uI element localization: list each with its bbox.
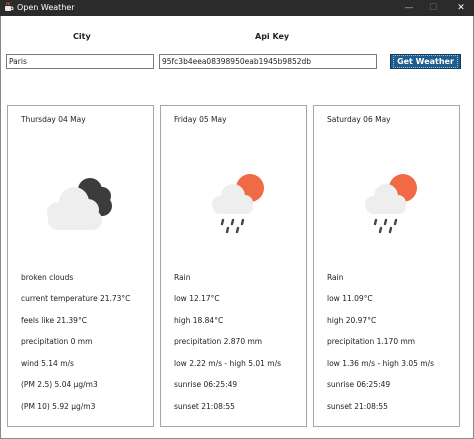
forecast-line: low 1.36 m/s - high 3.05 m/s — [327, 359, 435, 368]
city-label: City — [73, 32, 91, 41]
java-cup-icon — [5, 2, 14, 11]
forecast-line: (PM 10) 5.92 µg/m3 — [21, 402, 96, 411]
forecast-card-day-2: Friday 05 May Rain low 12.17°C high 18.8… — [160, 105, 307, 427]
forecast-line: sunset 21:08:55 — [174, 402, 235, 411]
city-input[interactable] — [6, 54, 154, 69]
close-button[interactable]: ✕ — [448, 0, 474, 16]
forecast-date: Friday 05 May — [174, 115, 227, 124]
forecast-line: precipitation 2.870 mm — [174, 337, 263, 346]
forecast-card-day-3: Saturday 06 May Rain low 11.09°C high 20… — [313, 105, 460, 427]
rain-sun-icon — [365, 174, 417, 234]
forecast-line: high 20.97°C — [327, 316, 377, 325]
forecast-date: Thursday 04 May — [21, 115, 86, 124]
get-weather-button[interactable]: Get Weather — [390, 54, 461, 69]
forecast-line: Rain — [327, 273, 344, 282]
title-bar: Open Weather — ☐ ✕ — [0, 0, 474, 16]
forecast-line: sunset 21:08:55 — [327, 402, 388, 411]
forecast-line: sunrise 06:25:49 — [174, 380, 238, 389]
maximize-button[interactable]: ☐ — [420, 0, 446, 16]
forecast-line: low 11.09°C — [327, 294, 373, 303]
forecast-line: Rain — [174, 273, 191, 282]
forecast-line: high 18.84°C — [174, 316, 224, 325]
forecast-line: precipitation 0 mm — [21, 337, 93, 346]
forecast-line: wind 5.14 m/s — [21, 359, 74, 368]
rain-sun-icon — [212, 174, 264, 234]
forecast-card-day-1: Thursday 04 May broken clouds current te… — [7, 105, 154, 427]
forecast-line: precipitation 1.170 mm — [327, 337, 416, 346]
api-key-label: Api Key — [255, 32, 290, 41]
broken-clouds-icon — [47, 178, 112, 230]
forecast-line: sunrise 06:25:49 — [327, 380, 391, 389]
forecast-line: (PM 2.5) 5.04 µg/m3 — [21, 380, 98, 389]
forecast-line: broken clouds — [21, 273, 74, 282]
forecast-line: low 2.22 m/s - high 5.01 m/s — [174, 359, 282, 368]
api-key-input[interactable] — [159, 54, 377, 69]
window-title: Open Weather — [17, 3, 75, 12]
forecast-date: Saturday 06 May — [327, 115, 391, 124]
get-weather-label: Get Weather — [393, 55, 458, 68]
forecast-line: feels like 21.39°C — [21, 316, 87, 325]
forecast-line: current temperature 21.73°C — [21, 294, 131, 303]
forecast-line: low 12.17°C — [174, 294, 220, 303]
minimize-button[interactable]: — — [396, 0, 422, 16]
